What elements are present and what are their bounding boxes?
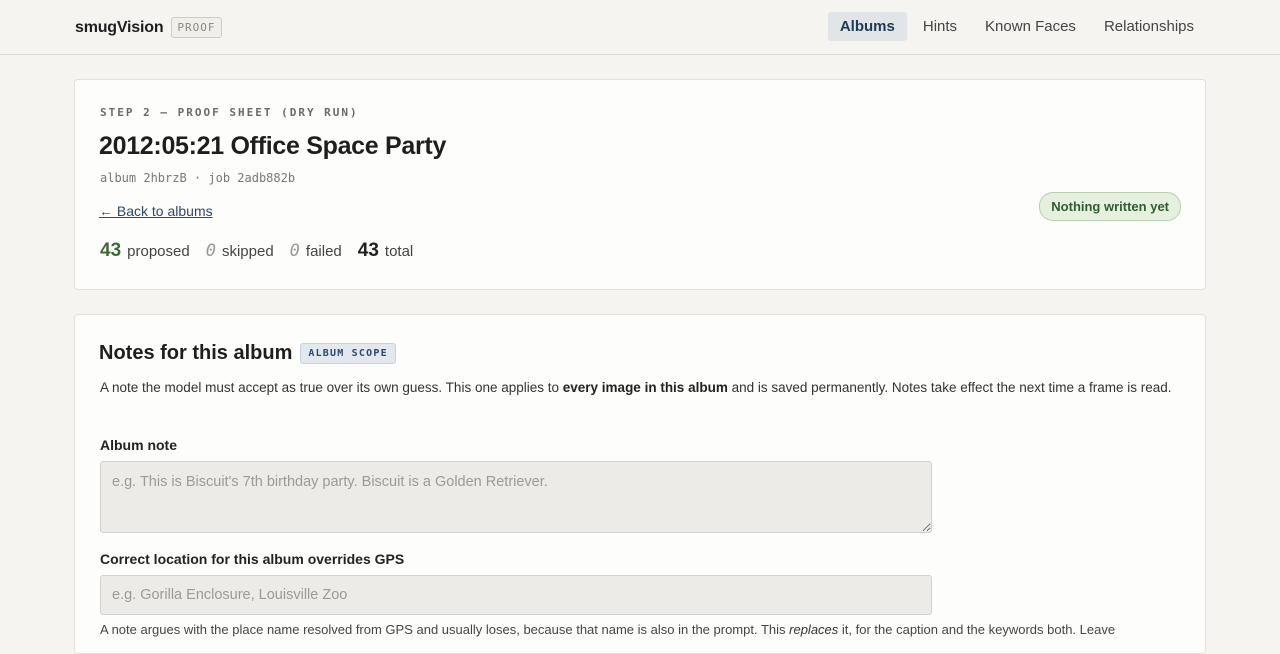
album-job-meta: album 2hbrzB · job 2adb882b bbox=[100, 171, 296, 185]
location-override-input[interactable] bbox=[100, 575, 932, 615]
mode-badge: PROOF bbox=[171, 17, 222, 38]
notes-title: Notes for this album bbox=[99, 342, 293, 364]
album-note-textarea[interactable] bbox=[100, 461, 932, 533]
desc-text-post: and is saved permanently. Notes take eff… bbox=[727, 380, 1172, 395]
stats-row: 43 proposed 0 skipped 0 failed 43 total bbox=[100, 240, 413, 262]
footnote-emphasis: replaces bbox=[789, 622, 839, 637]
stat-total-label: total bbox=[384, 243, 414, 260]
stat-total: 43 total bbox=[358, 240, 414, 262]
back-to-albums-link[interactable]: ← Back to albums bbox=[99, 203, 213, 219]
stat-failed: 0 failed bbox=[290, 241, 342, 261]
main-nav: Albums Hints Known Faces Relationships bbox=[827, 12, 1206, 41]
stat-proposed-value: 43 bbox=[100, 240, 122, 261]
stat-total-value: 43 bbox=[357, 240, 379, 261]
status-badge: Nothing written yet bbox=[1039, 192, 1181, 221]
nav-known-faces[interactable]: Known Faces bbox=[973, 12, 1088, 41]
stat-skipped-value: 0 bbox=[205, 241, 216, 261]
top-nav-bar: smugVision PROOF Albums Hints Known Face… bbox=[0, 0, 1280, 55]
scope-badge: ALBUM SCOPE bbox=[300, 343, 396, 364]
stat-failed-value: 0 bbox=[289, 241, 300, 261]
notes-description: A note the model must accept as true ove… bbox=[100, 377, 1185, 398]
footnote-post: it, for the caption and the keywords bot… bbox=[838, 622, 1116, 637]
album-notes-card: Notes for this album ALBUM SCOPE A note … bbox=[74, 314, 1206, 654]
stat-failed-label: failed bbox=[305, 243, 342, 260]
album-note-label: Album note bbox=[100, 437, 177, 453]
stat-proposed-label: proposed bbox=[127, 243, 190, 260]
notes-header: Notes for this album ALBUM SCOPE bbox=[99, 342, 396, 365]
proof-summary-card: STEP 2 — PROOF SHEET (DRY RUN) 2012:05:2… bbox=[74, 79, 1206, 290]
location-help-text: A note argues with the place name resolv… bbox=[100, 620, 1185, 639]
nav-relationships[interactable]: Relationships bbox=[1092, 12, 1206, 41]
nav-albums[interactable]: Albums bbox=[827, 12, 907, 41]
stat-proposed: 43 proposed bbox=[100, 240, 190, 262]
location-override-label: Correct location for this album override… bbox=[100, 551, 405, 567]
brand[interactable]: smugVision PROOF bbox=[75, 17, 222, 38]
desc-text-bold: every image in this album bbox=[562, 380, 728, 395]
album-title: 2012:05:21 Office Space Party bbox=[99, 132, 447, 160]
desc-text-pre: A note the model must accept as true ove… bbox=[100, 380, 563, 395]
stat-skipped-label: skipped bbox=[221, 243, 274, 260]
footnote-pre: A note argues with the place name resolv… bbox=[100, 622, 790, 637]
stat-skipped: 0 skipped bbox=[206, 241, 274, 261]
step-label: STEP 2 — PROOF SHEET (DRY RUN) bbox=[100, 106, 359, 119]
nav-hints[interactable]: Hints bbox=[911, 12, 969, 41]
brand-name: smugVision bbox=[75, 18, 164, 36]
